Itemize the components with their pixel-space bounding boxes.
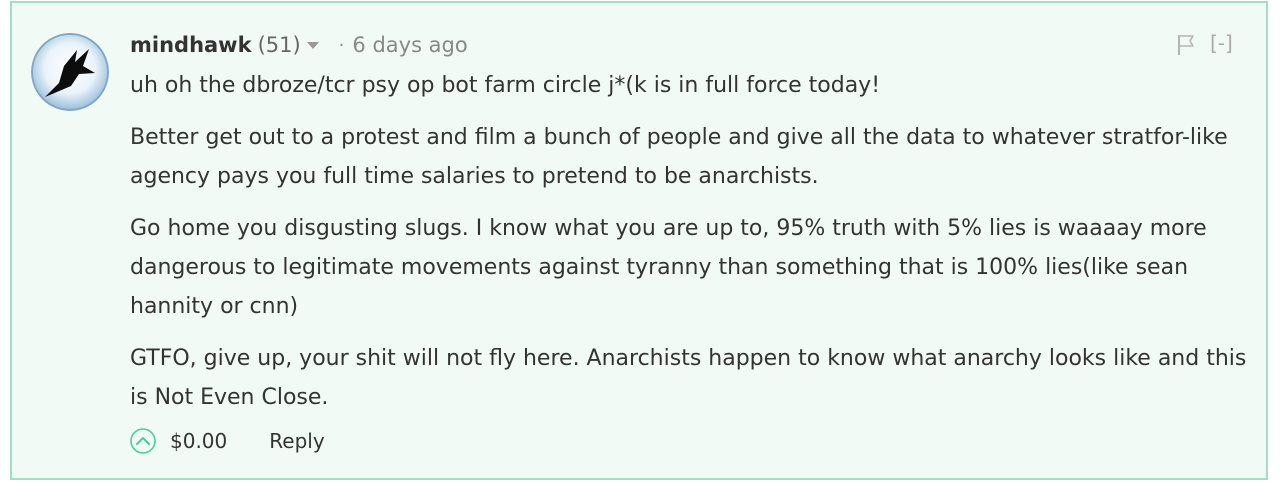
upvote-icon[interactable] bbox=[130, 428, 156, 454]
caret-down-icon[interactable] bbox=[306, 41, 319, 49]
author-name[interactable]: mindhawk bbox=[130, 33, 252, 57]
user-avatar[interactable] bbox=[31, 33, 109, 111]
author-reputation: (51) bbox=[257, 33, 301, 57]
comment-paragraph: uh oh the dbroze/tcr psy op bot farm cir… bbox=[130, 73, 881, 98]
flag-icon[interactable] bbox=[1177, 34, 1197, 60]
comment-paragraph: Go home you disgusting slugs. I know wha… bbox=[130, 216, 1207, 319]
comment-body: uh oh the dbroze/tcr psy op bot farm cir… bbox=[130, 66, 1248, 430]
comment-footer: $0.00 Reply bbox=[130, 424, 325, 458]
comment-paragraph: GTFO, give up, your shit will not fly he… bbox=[130, 346, 1247, 410]
comment-header: mindhawk (51) · 6 days ago bbox=[130, 30, 468, 60]
comment-timestamp[interactable]: 6 days ago bbox=[352, 33, 467, 57]
comment-paragraph: Better get out to a protest and film a b… bbox=[130, 125, 1228, 189]
bird-silhouette-icon bbox=[31, 33, 109, 111]
collapse-toggle[interactable]: [-] bbox=[1210, 31, 1233, 55]
comment-card: mindhawk (51) · 6 days ago [-] uh oh the… bbox=[10, 1, 1268, 480]
separator-dot: · bbox=[338, 34, 345, 56]
payout-value[interactable]: $0.00 bbox=[170, 429, 227, 453]
reply-button[interactable]: Reply bbox=[269, 429, 324, 453]
